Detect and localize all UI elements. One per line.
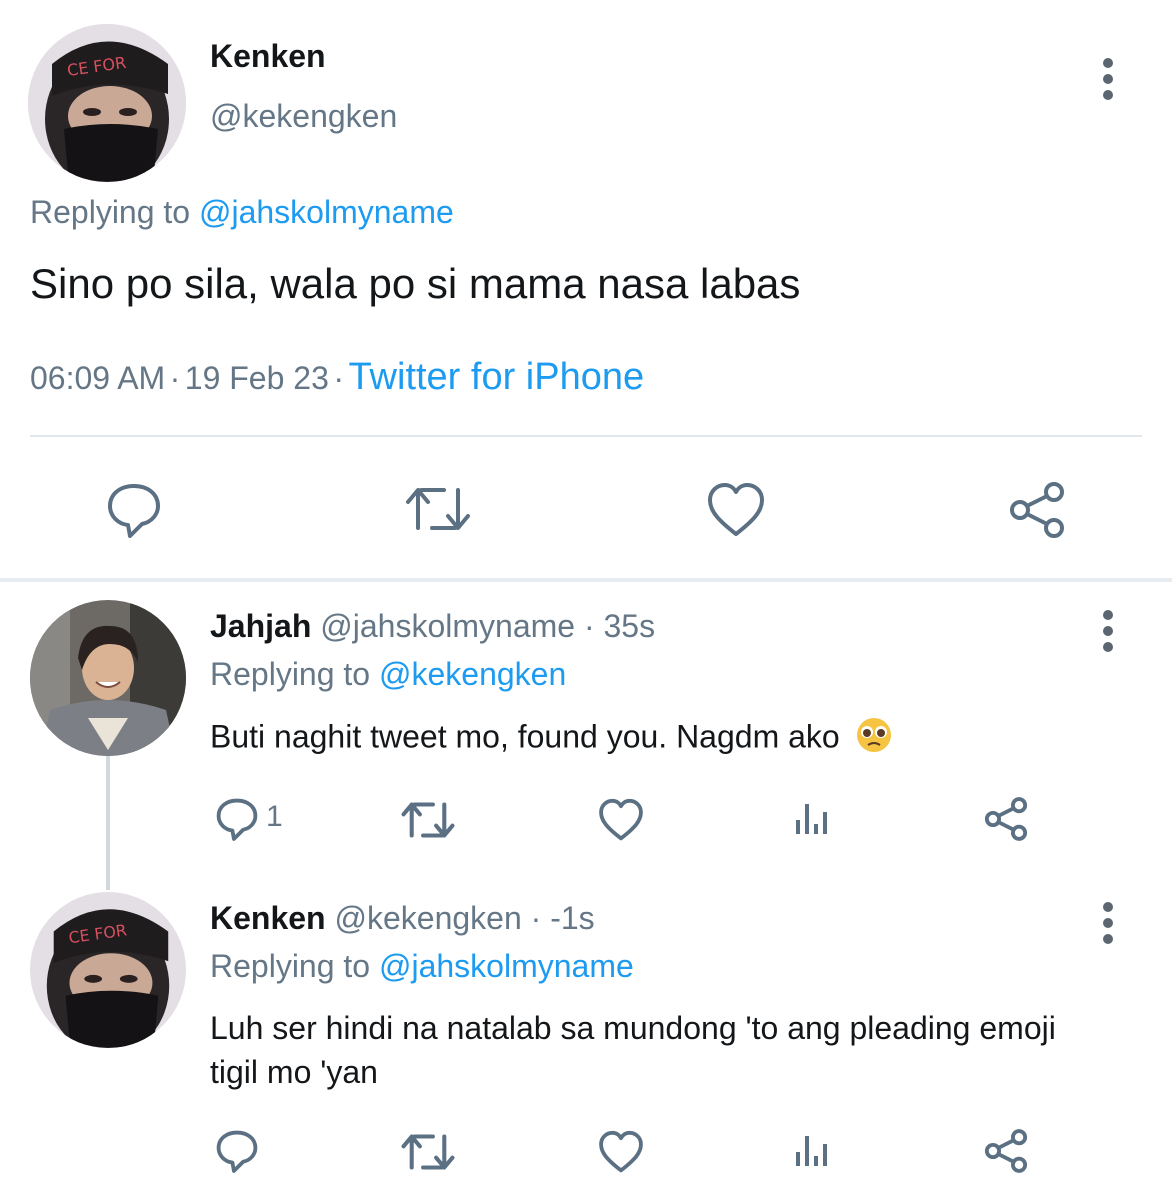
reply-tweet[interactable]: Jahjah @jahskolmyname · 35s Replying to … <box>0 582 1172 890</box>
divider <box>30 435 1142 437</box>
replying-line: Replying to @kekengken <box>210 656 566 693</box>
tweet-text: Sino po sila, wala po si mama nasa labas <box>30 260 801 307</box>
replying-prefix: Replying to <box>210 948 371 984</box>
analytics-button[interactable] <box>792 798 832 838</box>
retweet-icon <box>401 802 455 838</box>
reply-header: Jahjah @jahskolmyname · 35s <box>210 608 655 645</box>
reply-header: Kenken @kekengken · -1s <box>210 900 595 937</box>
replying-prefix: Replying to <box>210 656 371 692</box>
separator: · <box>169 360 181 396</box>
author-handle[interactable]: @jahskolmyname <box>320 608 575 644</box>
avatar[interactable] <box>30 600 186 756</box>
reply-button[interactable] <box>214 796 260 842</box>
like-icon <box>708 483 764 536</box>
like-button[interactable] <box>706 482 766 538</box>
replying-to-link[interactable]: @kekengken <box>379 656 566 692</box>
retweet-button[interactable] <box>400 1130 456 1174</box>
like-icon <box>599 798 643 841</box>
retweet-icon <box>401 1134 455 1170</box>
retweet-button[interactable] <box>400 798 456 842</box>
like-button[interactable] <box>598 798 644 842</box>
analytics-button[interactable] <box>792 1130 832 1170</box>
tweet-time: · 35s <box>583 608 656 644</box>
reply-count: 1 <box>266 800 283 833</box>
tweet-time: · -1s <box>530 900 595 936</box>
share-icon <box>984 797 1028 841</box>
share-icon <box>1010 482 1064 538</box>
author-handle[interactable]: @kekengken <box>334 900 521 936</box>
more-options-button[interactable] <box>1088 604 1128 664</box>
reply-icon <box>108 484 160 538</box>
share-button[interactable] <box>982 1128 1030 1174</box>
author-name[interactable]: Jahjah <box>210 608 311 644</box>
reply-icon <box>216 1130 258 1173</box>
like-button[interactable] <box>598 1130 644 1174</box>
tweet-text: Luh ser hindi na natalab sa mundong 'to … <box>210 1010 1056 1090</box>
tweet-source-link[interactable]: Twitter for iPhone <box>348 356 644 398</box>
replying-prefix: Replying to <box>30 194 191 230</box>
replying-line: Replying to @jahskolmyname <box>30 194 454 231</box>
avatar[interactable]: CE FOR <box>30 892 186 1048</box>
reply-tweet[interactable]: CE FOR Kenken @kekengken · -1s Replying … <box>0 882 1172 1200</box>
tweet-date: 19 Feb 23 <box>184 360 329 396</box>
replying-to-link[interactable]: @jahskolmyname <box>379 948 634 984</box>
like-icon <box>599 1130 643 1173</box>
more-options-button[interactable] <box>1088 52 1128 112</box>
share-button[interactable] <box>982 796 1030 842</box>
tweet-time: 06:09 AM <box>30 360 166 396</box>
analytics-icon <box>796 1136 827 1166</box>
thread-line <box>106 756 110 890</box>
avatar[interactable]: CE FOR <box>28 24 186 182</box>
analytics-icon <box>796 804 827 834</box>
pleading-face-emoji <box>855 716 893 762</box>
author-name[interactable]: Kenken <box>210 900 326 936</box>
more-options-button[interactable] <box>1088 896 1128 956</box>
replying-to-link[interactable]: @jahskolmyname <box>199 194 454 230</box>
tweet-text-line: Buti naghit tweet mo, found you. Nagdm a… <box>210 716 893 762</box>
share-icon <box>984 1129 1028 1173</box>
retweet-button[interactable] <box>404 482 472 536</box>
author-handle[interactable]: @kekengken <box>210 98 397 135</box>
main-tweet: CE FOR Kenken @kekengken Replying to @ja… <box>0 0 1172 580</box>
reply-button[interactable] <box>214 1128 260 1174</box>
reply-button[interactable] <box>104 480 164 540</box>
retweet-icon <box>406 488 470 530</box>
reply-icon <box>216 798 258 841</box>
tweet-meta: 06:09 AM · 19 Feb 23 · Twitter for iPhon… <box>30 356 644 399</box>
separator: · <box>333 360 344 396</box>
author-name[interactable]: Kenken <box>210 38 326 75</box>
tweet-text: Buti naghit tweet mo, found you. Nagdm a… <box>210 718 840 755</box>
replying-line: Replying to @jahskolmyname <box>210 948 634 985</box>
share-button[interactable] <box>1006 480 1068 540</box>
